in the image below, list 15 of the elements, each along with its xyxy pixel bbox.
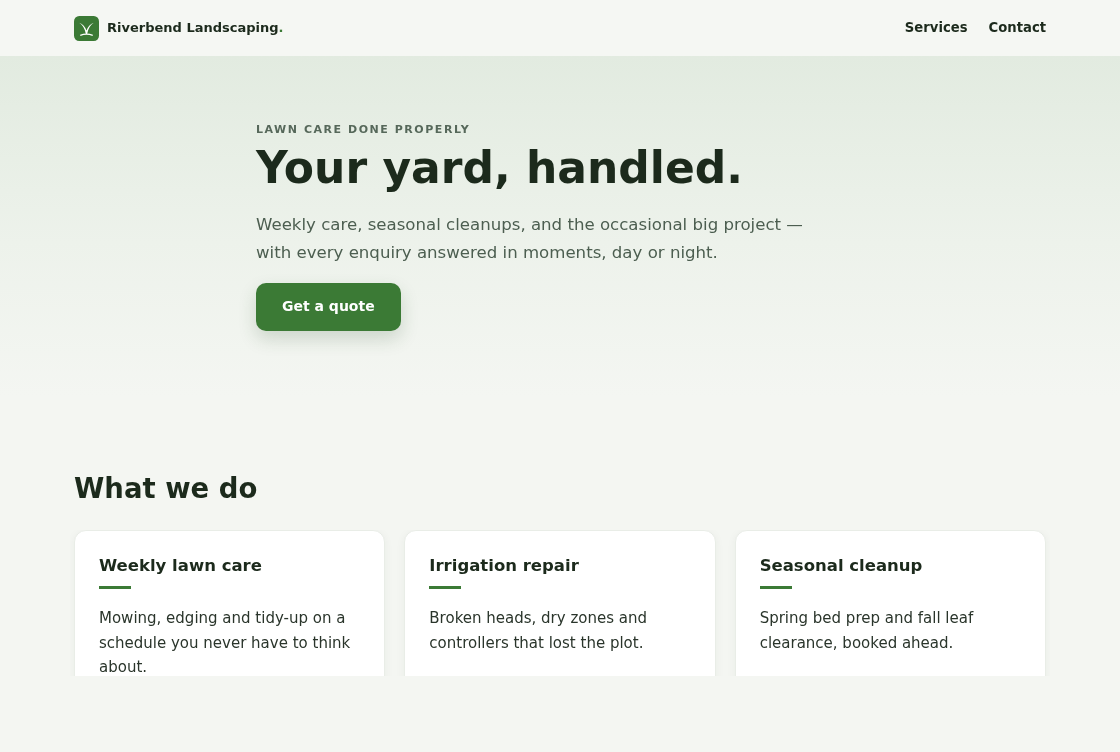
leaf-logo-icon [74, 15, 99, 41]
hero-title: Your yard, handled. [256, 140, 744, 195]
hero-eyebrow: LAWN CARE DONE PROPERLY [256, 122, 472, 138]
card-text: Spring bed prep and fall leaf clearance, booked ahead. [759, 608, 975, 654]
card-title: Seasonal cleanup [759, 555, 924, 577]
quote-button[interactable]: Get a quote [256, 282, 401, 331]
card-text: Mowing, edging and tidy-up on a schedule you never have to think about. [99, 608, 352, 676]
card-title: Weekly lawn care [99, 555, 263, 577]
section-heading: What we do [74, 471, 259, 506]
card-title: Irrigation repair [429, 555, 580, 577]
nav-link[interactable]: Contact [988, 18, 1046, 38]
brand-link[interactable]: Riverbend Landscaping. [74, 15, 284, 41]
hero-lead: Weekly care, seasonal cleanups, and the occasional big project — with every enquiry answered in moments, day or night. [256, 213, 804, 264]
card-text: Broken heads, dry zones and controllers that lost the plot. [429, 608, 648, 654]
nav-link[interactable]: Services [904, 18, 968, 38]
